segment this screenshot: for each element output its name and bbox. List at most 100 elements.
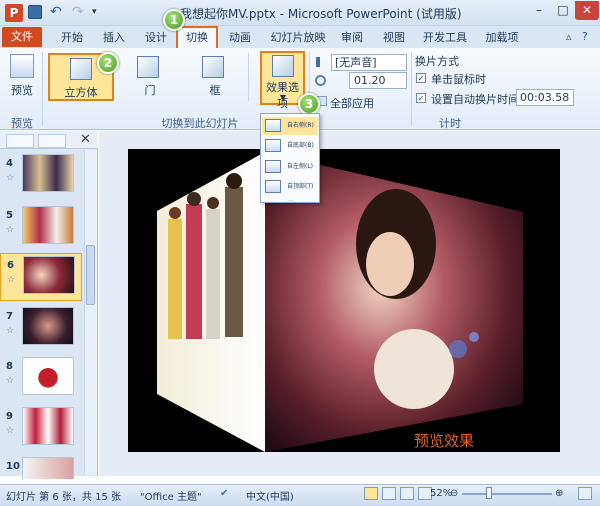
collapse-ribbon-icon[interactable]: ▵ [566, 30, 572, 43]
slide-thumbnail[interactable]: 8 ☆ [0, 355, 82, 403]
reading-view-button[interactable] [400, 487, 414, 500]
menu-item-label: 自右侧(R) [287, 122, 314, 129]
outline-tab[interactable] [38, 134, 66, 148]
callout-badge-3: 3 [298, 93, 320, 115]
help-icon[interactable]: ? [582, 30, 588, 43]
slide-thumbnail[interactable]: 6 ☆ [0, 253, 82, 301]
menu-item-label: 自左侧(L) [287, 163, 314, 170]
zoom-slider[interactable] [462, 493, 552, 495]
menu-item-from-bottom[interactable]: 自底部(B) [262, 137, 318, 155]
tab-insert[interactable]: 插入 [98, 28, 130, 47]
preview-button[interactable]: 预览 [5, 52, 39, 102]
slide-number: 6 [7, 260, 14, 271]
slide-preview-image [22, 206, 74, 244]
transition-star-icon: ☆ [6, 225, 15, 235]
tab-animations[interactable]: 动画 [224, 28, 256, 47]
tab-file[interactable]: 文件 [2, 27, 42, 47]
tab-add-ins[interactable]: 加载项 [480, 28, 524, 47]
transition-label: 门 [144, 84, 156, 97]
menu-item-from-left[interactable]: 自左侧(L) [262, 158, 318, 176]
transition-label: 立方体 [64, 86, 98, 99]
tab-home[interactable]: 开始 [56, 28, 88, 47]
tab-developer[interactable]: 开发工具 [420, 28, 470, 47]
language-status[interactable]: 中文(中国) [246, 488, 294, 503]
fit-to-window-button[interactable] [578, 487, 592, 500]
from-bottom-icon [265, 139, 281, 152]
transition-label: 框 [209, 84, 221, 97]
redo-icon[interactable]: ↷ [72, 3, 90, 21]
slide-sorter-view-button[interactable] [382, 487, 396, 500]
slide-thumbnail[interactable]: 9 ☆ [0, 405, 82, 453]
gallery-scrollbar[interactable] [248, 53, 258, 101]
apply-to-all-button[interactable]: 全部应用 [330, 95, 374, 111]
menu-resize-grip[interactable]: ··· [288, 198, 294, 205]
close-button[interactable]: ✕ [575, 1, 599, 20]
dropdown-arrow-icon: ▼ [279, 93, 287, 102]
close-pane-icon[interactable]: ✕ [80, 132, 91, 147]
normal-view-button[interactable] [364, 487, 378, 500]
on-mouse-click-checkbox[interactable]: ✓ [416, 73, 426, 83]
zoom-slider-knob[interactable] [486, 487, 492, 499]
undo-icon[interactable]: ↶ [50, 3, 70, 21]
slide-thumbnail[interactable]: 10 [0, 455, 82, 479]
slides-scrollbar[interactable] [84, 150, 97, 475]
group-label-timing: 计时 [439, 117, 461, 130]
customize-quick-access-icon[interactable]: ▾ [92, 3, 102, 21]
transition-star-icon: ☆ [7, 275, 16, 285]
maximize-button[interactable]: □ [552, 1, 574, 20]
menu-item-from-right[interactable]: 自右侧(R) [262, 117, 318, 135]
sound-icon [316, 57, 326, 67]
slides-tab[interactable] [6, 134, 34, 148]
powerpoint-logo-icon[interactable]: P [5, 4, 23, 22]
menu-item-label: 自顶部(T) [287, 183, 314, 190]
save-icon[interactable] [28, 5, 42, 19]
slide-preview-image [22, 407, 74, 445]
slide-thumbnail[interactable]: 4 ☆ [0, 152, 82, 200]
group-label-transition-to-slide: 切换到此幻灯片 [161, 117, 239, 130]
slide-number: 8 [6, 361, 13, 372]
slide-preview-image [23, 256, 75, 294]
auto-advance-label: 设置自动换片时间: [431, 93, 523, 106]
slide-preview-image [22, 154, 74, 192]
tab-design[interactable]: 设计 [140, 28, 172, 47]
tab-transitions[interactable]: 切换 [176, 26, 218, 48]
callout-badge-2: 2 [97, 52, 119, 74]
slide-preview-image [22, 357, 74, 395]
tab-view[interactable]: 视图 [378, 28, 410, 47]
advance-slide-heading: 换片方式 [415, 55, 459, 68]
slide-number: 5 [6, 210, 13, 221]
auto-advance-time-input[interactable]: 00:03.58 [516, 89, 574, 106]
zoom-level[interactable]: 52% [430, 488, 452, 499]
slide-number: 9 [6, 411, 13, 422]
tab-review[interactable]: 审阅 [336, 28, 368, 47]
scrollbar-thumb[interactable] [86, 245, 95, 305]
minimize-button[interactable]: – [528, 1, 550, 20]
slide-number: 7 [6, 311, 13, 322]
menu-item-from-top[interactable]: 自顶部(T) [262, 178, 318, 196]
preview-icon [10, 54, 34, 78]
box-transition-icon [202, 56, 224, 78]
transition-star-icon: ☆ [6, 173, 15, 183]
bokeh-light [449, 340, 467, 358]
window-title: 我想起你MV.pptx - Microsoft PowerPoint (试用版) [180, 7, 462, 21]
auto-advance-checkbox[interactable]: ✓ [416, 93, 426, 103]
slide-thumbnail[interactable]: 5 ☆ [0, 204, 82, 252]
bokeh-light [469, 332, 479, 342]
cube-transition-icon [70, 58, 92, 80]
effect-options-icon [272, 55, 294, 77]
zoom-in-icon[interactable]: ⊕ [555, 488, 563, 499]
slide-canvas[interactable] [128, 149, 560, 452]
transition-doors[interactable]: 门 [127, 53, 173, 101]
woman-face [366, 232, 414, 296]
slide-thumbnail[interactable]: 7 ☆ [0, 305, 82, 353]
tab-slide-show[interactable]: 幻灯片放映 [266, 28, 330, 47]
sound-select[interactable]: [无声音] [331, 54, 407, 71]
effect-options-button[interactable]: 效果选项 ▼ [260, 51, 305, 110]
duration-input[interactable]: 01.20 [349, 72, 407, 89]
slide-number: 4 [6, 158, 13, 169]
transition-box[interactable]: 框 [192, 53, 238, 101]
slide-preview-image [22, 457, 74, 479]
zoom-out-icon[interactable]: ⊖ [450, 488, 458, 499]
spell-check-icon[interactable]: ✔ [220, 488, 228, 499]
slide-count-status: 幻灯片 第 6 张，共 15 张 [6, 492, 121, 503]
